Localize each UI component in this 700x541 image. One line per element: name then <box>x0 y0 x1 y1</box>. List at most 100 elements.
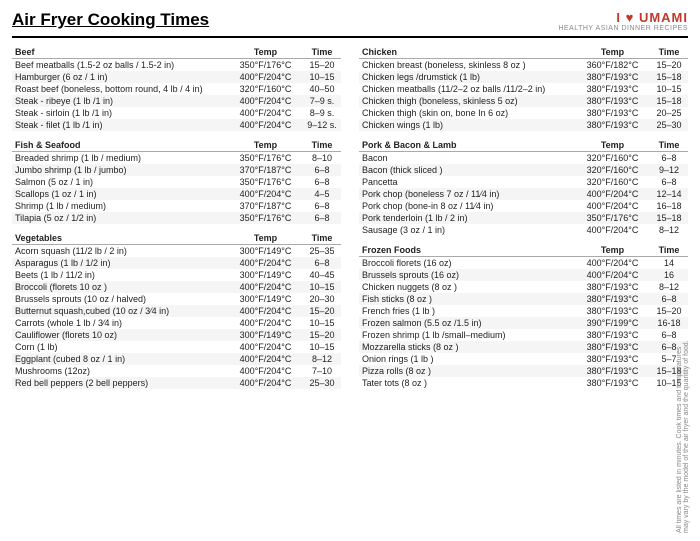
cell-temp: 300°F/149°C <box>228 269 303 281</box>
cell-temp: 380°F/193°C <box>575 377 650 389</box>
cell-item: Frozen salmon (5.5 oz /1.5 in) <box>359 317 575 329</box>
fish-title: Fish & Seafood <box>12 139 228 152</box>
cell-time: 9–12 <box>650 164 688 176</box>
cell-temp: 380°F/193°C <box>575 83 650 95</box>
fish-table-body: Breaded shrimp (1 lb / medium)350°F/176°… <box>12 152 341 225</box>
cell-item: Carrots (whole 1 lb / 3⁄4 in) <box>12 317 228 329</box>
chicken-table-body: Chicken breast (boneless, skinless 8 oz … <box>359 59 688 132</box>
beef-temp-header: Temp <box>228 46 303 59</box>
cell-temp: 400°F/204°C <box>228 377 303 389</box>
table-row: Brussels sprouts (10 oz / halved)300°F/1… <box>12 293 341 305</box>
chicken-temp-header: Temp <box>575 46 650 59</box>
fish-temp-header: Temp <box>228 139 303 152</box>
table-row: Salmon (5 oz / 1 in)350°F/176°C6–8 <box>12 176 341 188</box>
cell-time: 10–15 <box>650 83 688 95</box>
cell-temp: 390°F/199°C <box>575 317 650 329</box>
table-row: Chicken thigh (skin on, bone In 6 oz)380… <box>359 107 688 119</box>
cell-temp: 320°F/160°C <box>575 152 650 165</box>
vegetables-title: Vegetables <box>12 232 228 245</box>
cell-time: 15–18 <box>650 71 688 83</box>
table-row: Corn (1 lb)400°F/204°C10–15 <box>12 341 341 353</box>
cell-item: Cauliflower (florets 10 oz) <box>12 329 228 341</box>
chicken-time-header: Time <box>650 46 688 59</box>
table-row: Jumbo shrimp (1 lb / jumbo)370°F/187°C6–… <box>12 164 341 176</box>
table-row: Frozen shrimp (1 lb /small–medium)380°F/… <box>359 329 688 341</box>
table-row: Pancetta320°F/160°C6–8 <box>359 176 688 188</box>
cell-time: 15–20 <box>303 59 341 72</box>
cell-time: 7–10 <box>303 365 341 377</box>
cell-item: Steak - sirloin (1 lb /1 in) <box>12 107 228 119</box>
beef-title: Beef <box>12 46 228 59</box>
cell-item: Mushrooms (12oz) <box>12 365 228 377</box>
cell-temp: 400°F/204°C <box>575 188 650 200</box>
cell-time: 16–18 <box>650 200 688 212</box>
content: Beef Temp Time Beef meatballs (1.5-2 oz … <box>12 46 688 397</box>
cell-temp: 350°F/176°C <box>228 152 303 165</box>
table-row: Roast beef (boneless, bottom round, 4 lb… <box>12 83 341 95</box>
table-row: Tater tots (8 oz )380°F/193°C10–15 <box>359 377 688 389</box>
cell-item: Broccoli florets (16 oz) <box>359 257 575 270</box>
frozen-time-header: Time <box>650 244 688 257</box>
cell-item: Chicken thigh (boneless, skinless 5 oz) <box>359 95 575 107</box>
table-row: Chicken nuggets (8 oz )380°F/193°C8–12 <box>359 281 688 293</box>
table-row: Mushrooms (12oz)400°F/204°C7–10 <box>12 365 341 377</box>
cell-time: 6–8 <box>303 200 341 212</box>
cell-temp: 320°F/160°C <box>575 176 650 188</box>
table-row: Chicken thigh (boneless, skinless 5 oz)3… <box>359 95 688 107</box>
left-column: Beef Temp Time Beef meatballs (1.5-2 oz … <box>12 46 341 397</box>
cell-time: 6–8 <box>303 164 341 176</box>
table-row: Breaded shrimp (1 lb / medium)350°F/176°… <box>12 152 341 165</box>
table-row: Bacon (thick sliced )320°F/160°C9–12 <box>359 164 688 176</box>
cell-item: Chicken thigh (skin on, bone In 6 oz) <box>359 107 575 119</box>
beef-time-header: Time <box>303 46 341 59</box>
cell-item: Breaded shrimp (1 lb / medium) <box>12 152 228 165</box>
page-title: Air Fryer Cooking Times <box>12 10 209 30</box>
cell-temp: 400°F/204°C <box>575 257 650 270</box>
table-row: Fish sticks (8 oz )380°F/193°C6–8 <box>359 293 688 305</box>
cell-item: Bacon (thick sliced ) <box>359 164 575 176</box>
cell-item: Broccoli (florets 10 oz ) <box>12 281 228 293</box>
cell-time: 16 <box>650 269 688 281</box>
table-row: Carrots (whole 1 lb / 3⁄4 in)400°F/204°C… <box>12 317 341 329</box>
cell-item: Acorn squash (11/2 lb / 2 in) <box>12 245 228 258</box>
brand-name: I ♥ UMAMI <box>558 10 688 25</box>
table-row: Chicken legs /drumstick (1 lb)380°F/193°… <box>359 71 688 83</box>
cell-temp: 360°F/182°C <box>575 59 650 72</box>
cell-item: Onion rings (1 lb ) <box>359 353 575 365</box>
section-beef: Beef Temp Time Beef meatballs (1.5-2 oz … <box>12 46 341 131</box>
cell-item: Pork chop (boneless 7 oz / 11⁄4 in) <box>359 188 575 200</box>
cell-item: Steak - ribeye (1 lb /1 in) <box>12 95 228 107</box>
cell-temp: 400°F/204°C <box>228 188 303 200</box>
cell-item: Bacon <box>359 152 575 165</box>
cell-time: 40–50 <box>303 83 341 95</box>
cell-item: Chicken wings (1 lb) <box>359 119 575 131</box>
cell-time: 10–15 <box>303 281 341 293</box>
table-row: Brussels sprouts (16 oz)400°F/204°C16 <box>359 269 688 281</box>
cell-temp: 350°F/176°C <box>228 59 303 72</box>
cell-time: 12–14 <box>650 188 688 200</box>
table-row: Chicken breast (boneless, skinless 8 oz … <box>359 59 688 72</box>
cell-item: Scallops (1 oz / 1 in) <box>12 188 228 200</box>
cell-time: 8–12 <box>303 353 341 365</box>
cell-temp: 400°F/204°C <box>228 305 303 317</box>
cell-time: 6–8 <box>303 176 341 188</box>
cell-item: Chicken meatballs (11/2–2 oz balls /11/2… <box>359 83 575 95</box>
cell-item: Chicken breast (boneless, skinless 8 oz … <box>359 59 575 72</box>
table-row: Beef meatballs (1.5-2 oz balls / 1.5-2 i… <box>12 59 341 72</box>
pork-title: Pork & Bacon & Lamb <box>359 139 575 152</box>
cell-item: Frozen shrimp (1 lb /small–medium) <box>359 329 575 341</box>
cell-time: 10–15 <box>303 317 341 329</box>
chicken-title: Chicken <box>359 46 575 59</box>
cell-temp: 400°F/204°C <box>575 224 650 236</box>
table-row: Chicken wings (1 lb)380°F/193°C25–30 <box>359 119 688 131</box>
table-row: Bacon320°F/160°C6–8 <box>359 152 688 165</box>
cell-time: 10–15 <box>303 71 341 83</box>
table-row: Eggplant (cubed 8 oz / 1 in)400°F/204°C8… <box>12 353 341 365</box>
cell-temp: 300°F/149°C <box>228 293 303 305</box>
pork-table-body: Bacon320°F/160°C6–8Bacon (thick sliced )… <box>359 152 688 237</box>
cell-temp: 400°F/204°C <box>228 257 303 269</box>
section-vegetables: Vegetables Temp Time Acorn squash (11/2 … <box>12 232 341 389</box>
cell-temp: 400°F/204°C <box>228 107 303 119</box>
table-row: Butternut squash,cubed (10 oz / 3⁄4 in)4… <box>12 305 341 317</box>
cell-temp: 380°F/193°C <box>575 119 650 131</box>
